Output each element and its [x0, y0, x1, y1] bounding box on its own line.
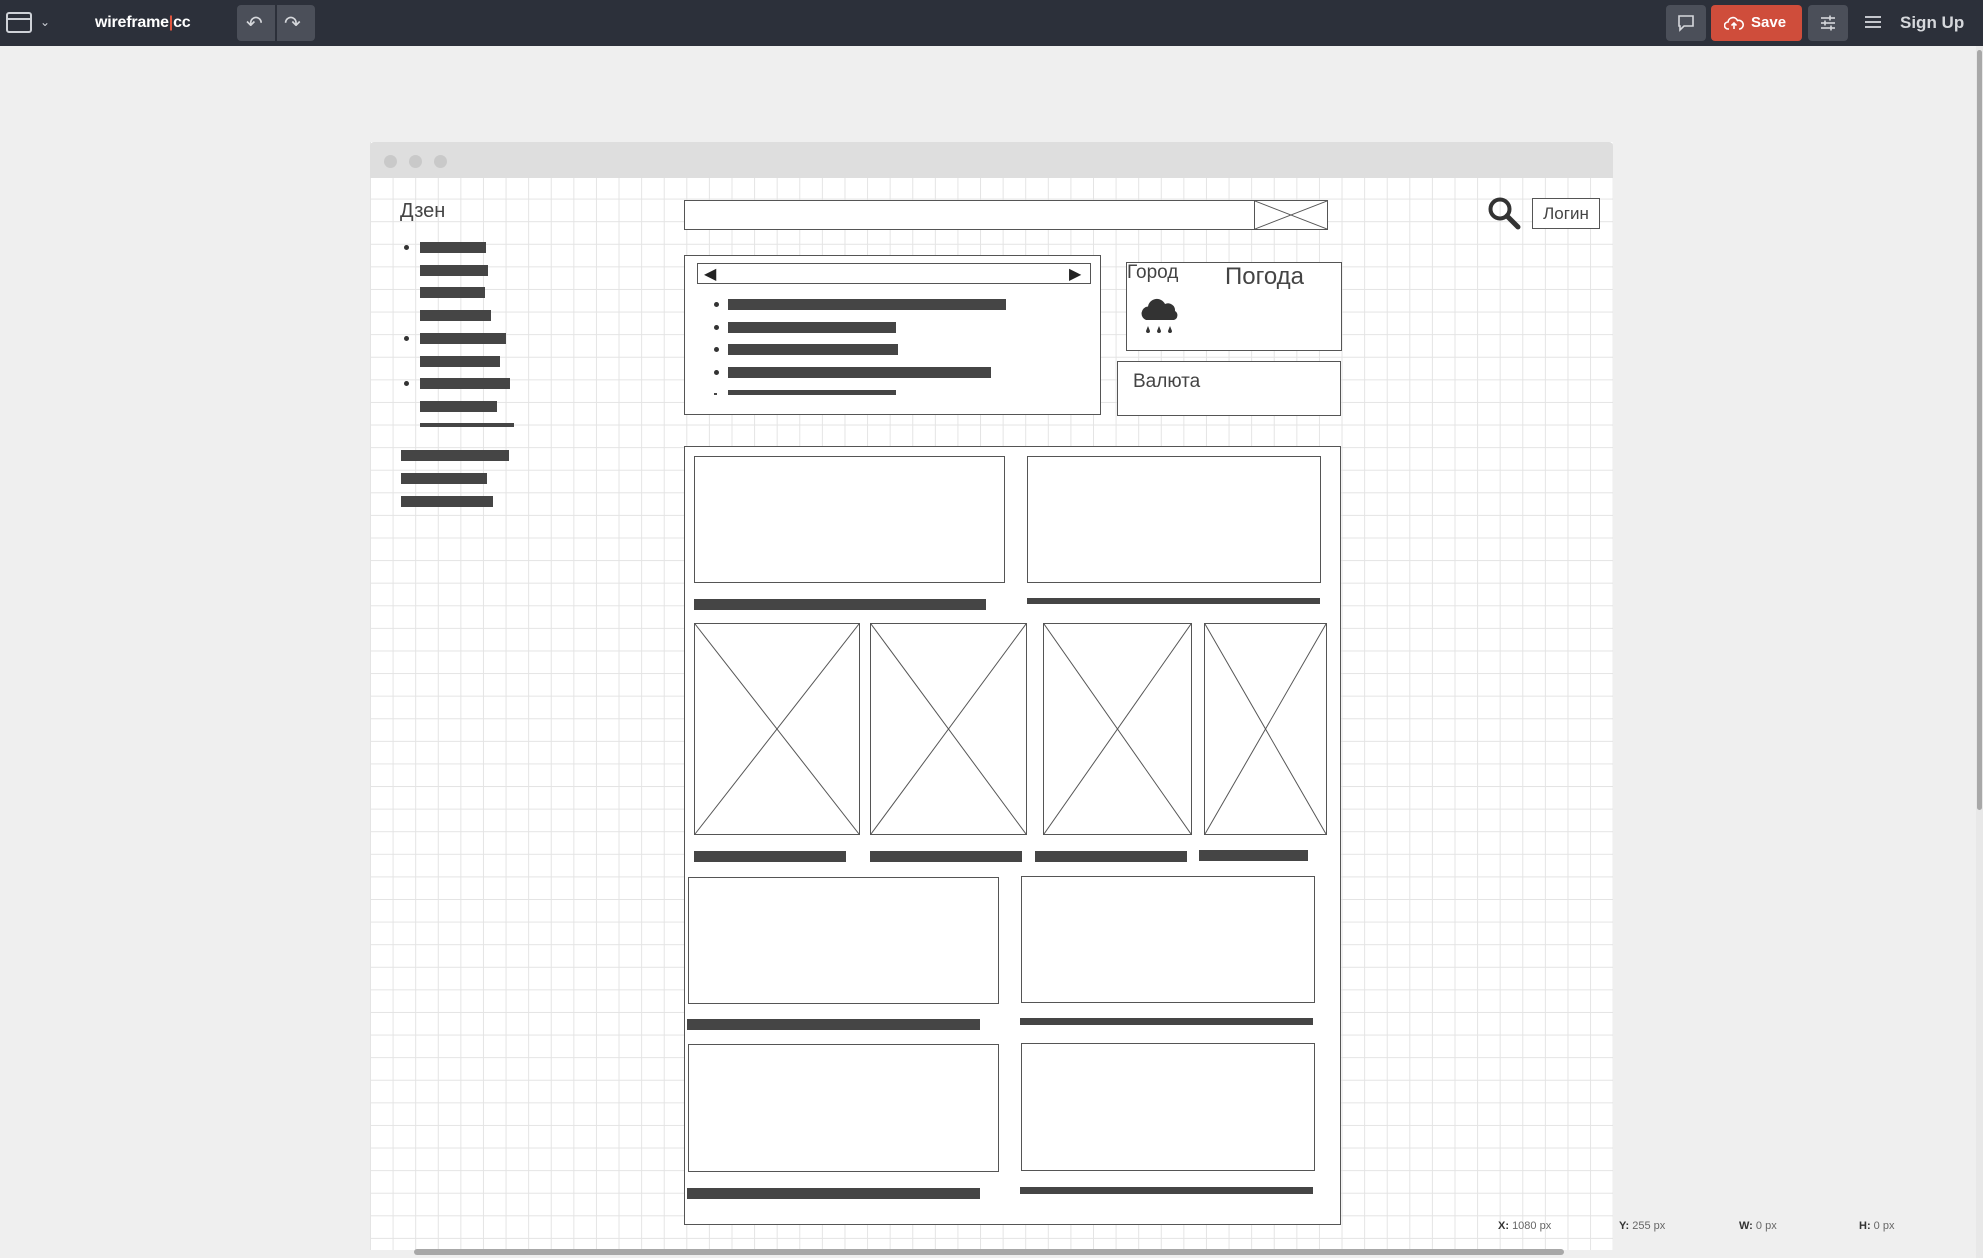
- search-icon[interactable]: [1487, 196, 1521, 230]
- nav-line[interactable]: [401, 473, 487, 484]
- image-placeholder-icon[interactable]: [694, 623, 860, 835]
- feed-card[interactable]: [694, 456, 1005, 583]
- nav-line[interactable]: [420, 401, 497, 412]
- slider-bar[interactable]: [697, 263, 1091, 284]
- feed-card[interactable]: [688, 877, 999, 1004]
- nav-line[interactable]: [420, 242, 486, 253]
- scrollbar-thumb[interactable]: [1977, 50, 1982, 810]
- news-line[interactable]: [728, 299, 1006, 310]
- card-caption[interactable]: [1027, 598, 1320, 604]
- nav-line[interactable]: [420, 356, 500, 367]
- login-button[interactable]: Логин: [1532, 198, 1600, 229]
- news-line[interactable]: [728, 322, 896, 333]
- comment-icon: [1678, 15, 1694, 32]
- logo-main: wireframe: [95, 14, 169, 31]
- chevron-down-icon[interactable]: ⌄: [40, 15, 50, 29]
- card-caption[interactable]: [687, 1188, 980, 1199]
- status-y-value: 255 px: [1632, 1220, 1666, 1232]
- logo-suffix: cc: [173, 14, 191, 31]
- horizontal-scrollbar[interactable]: [370, 1248, 1613, 1256]
- image-placeholder-icon[interactable]: [1043, 623, 1192, 835]
- card-caption[interactable]: [1199, 850, 1308, 861]
- status-w-value: 0 px: [1755, 1220, 1777, 1232]
- card-caption[interactable]: [687, 1019, 980, 1030]
- image-placeholder-icon[interactable]: [1254, 200, 1328, 230]
- bullet: [714, 347, 719, 352]
- feed-card[interactable]: [1021, 1043, 1315, 1171]
- status-h-value: 0 px: [1873, 1220, 1895, 1232]
- nav-line[interactable]: [420, 265, 488, 276]
- status-h-label: H:: [1859, 1220, 1871, 1232]
- nav-line[interactable]: [420, 378, 510, 389]
- site-title[interactable]: Дзен: [400, 200, 445, 223]
- sign-up-link[interactable]: Sign Up: [1900, 13, 1964, 33]
- app-logo[interactable]: wireframe|cc: [95, 14, 191, 32]
- bullet: [714, 302, 719, 307]
- window-dot: [409, 155, 422, 168]
- undo-redo-group: ↶ ↷: [237, 5, 315, 41]
- vertical-scrollbar[interactable]: [1976, 46, 1983, 1258]
- cloud-upload-icon: [1724, 16, 1744, 30]
- bullet: [714, 325, 719, 330]
- status-x: X: 1080 px: [1498, 1220, 1551, 1232]
- feed-card[interactable]: [1027, 456, 1321, 583]
- window-dot: [434, 155, 447, 168]
- bullet: [714, 370, 719, 375]
- divider: [275, 5, 277, 41]
- settings-icon: [1821, 15, 1835, 31]
- status-w-label: W:: [1739, 1220, 1753, 1232]
- top-toolbar: ⌄ wireframe|cc ↶ ↷ Save Sign Up: [0, 0, 1983, 46]
- bullet: [714, 393, 717, 395]
- card-caption[interactable]: [870, 851, 1022, 862]
- weather-label: Погода: [1225, 263, 1304, 290]
- comment-button[interactable]: [1666, 5, 1706, 41]
- card-caption[interactable]: [1020, 1018, 1313, 1025]
- news-line[interactable]: [728, 344, 898, 355]
- card-caption[interactable]: [694, 851, 846, 862]
- undo-icon[interactable]: ↶: [246, 11, 263, 36]
- nav-line[interactable]: [420, 287, 485, 298]
- window-dot: [384, 155, 397, 168]
- card-caption[interactable]: [1020, 1187, 1313, 1194]
- card-caption[interactable]: [694, 599, 986, 610]
- status-x-value: 1080 px: [1512, 1220, 1552, 1232]
- arrow-right-icon[interactable]: ▶: [1069, 264, 1081, 284]
- nav-line[interactable]: [420, 423, 514, 427]
- save-label: Save: [1751, 14, 1787, 31]
- nav-line[interactable]: [420, 333, 506, 344]
- image-placeholder-icon[interactable]: [870, 623, 1027, 835]
- news-line[interactable]: [728, 390, 896, 395]
- arrow-left-icon[interactable]: ◀: [704, 264, 716, 284]
- bullet: [404, 245, 409, 250]
- card-caption[interactable]: [1035, 851, 1187, 862]
- browser-titlebar: [370, 142, 1613, 178]
- status-w: W: 0 px: [1739, 1220, 1777, 1232]
- image-placeholder-icon[interactable]: [1204, 623, 1327, 835]
- feed-card[interactable]: [1021, 876, 1315, 1003]
- nav-line[interactable]: [401, 450, 509, 461]
- bullet: [404, 336, 409, 341]
- currency-label: Валюта: [1133, 371, 1201, 392]
- status-y-label: Y:: [1619, 1220, 1630, 1232]
- nav-line[interactable]: [401, 496, 493, 507]
- status-x-label: X:: [1498, 1220, 1509, 1232]
- settings-button[interactable]: [1808, 5, 1848, 41]
- search-input[interactable]: [684, 200, 1328, 230]
- nav-line[interactable]: [420, 310, 491, 321]
- window-icon[interactable]: [6, 12, 32, 33]
- rain-cloud-icon: [1141, 298, 1178, 333]
- feed-card[interactable]: [688, 1044, 999, 1172]
- news-line[interactable]: [728, 367, 991, 378]
- city-label: Город: [1127, 262, 1179, 283]
- bullet: [404, 381, 409, 386]
- status-h: H: 0 px: [1859, 1220, 1894, 1232]
- menu-icon[interactable]: [1864, 13, 1882, 31]
- scrollbar-thumb[interactable]: [414, 1249, 1564, 1255]
- redo-icon[interactable]: ↷: [284, 11, 301, 36]
- status-y: Y: 255 px: [1619, 1220, 1665, 1232]
- save-button[interactable]: Save: [1711, 5, 1802, 41]
